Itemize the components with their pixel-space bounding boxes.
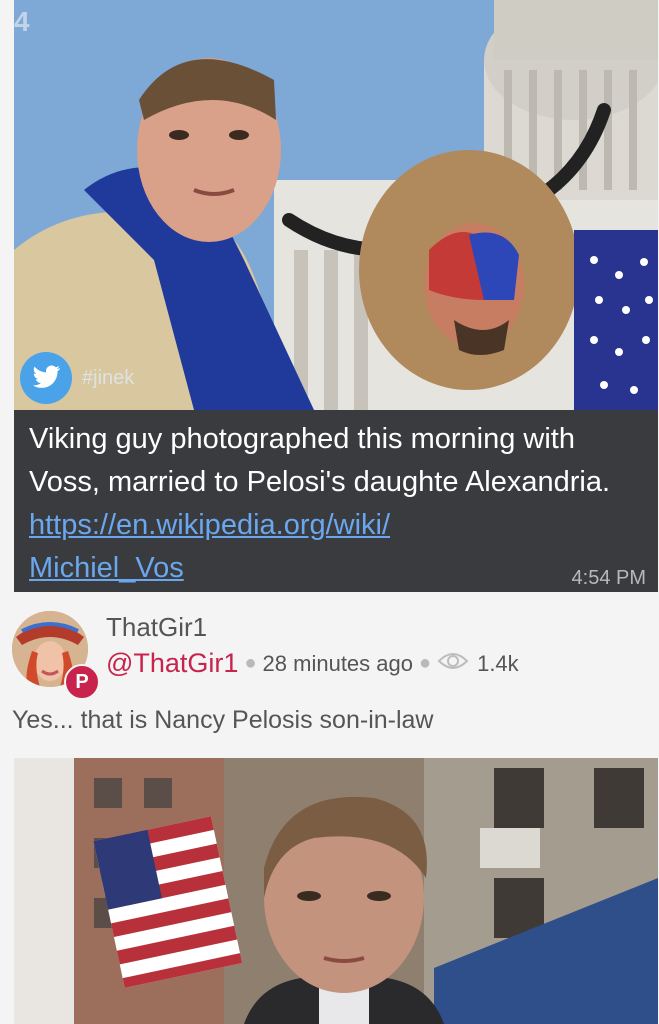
twitter-bird-icon <box>20 352 72 404</box>
link-part-2[interactable]: Michiel_Vos <box>29 552 184 584</box>
separator-dot: ● <box>244 652 257 674</box>
street-portrait-photo[interactable] <box>14 758 658 1024</box>
selfie-photo[interactable]: 4 #jinek <box>14 0 658 410</box>
display-name[interactable]: ThatGir1 <box>106 612 207 643</box>
post-text: Yes... that is Nancy Pelosis son-in-law <box>12 706 434 734</box>
selfie-photo-illustration <box>14 0 658 410</box>
user-handle[interactable]: @ThatGir1 <box>106 648 238 679</box>
channel-logo: 4 <box>14 6 30 37</box>
time-ago: 28 minutes ago <box>262 650 413 676</box>
american-flag <box>574 230 658 410</box>
twitter-hashtag: #jinek <box>82 366 135 389</box>
twitter-hashtag-badge[interactable]: #jinek <box>20 350 134 406</box>
separator-dot: ● <box>418 652 432 674</box>
embedded-screenshot-card[interactable]: 4 #jinek Viking guy photographed this mo… <box>14 0 658 592</box>
view-count: 1.4k <box>477 650 519 676</box>
link-part-1[interactable]: https://en.wikipedia.org/wiki/ <box>29 509 390 541</box>
eye-icon <box>437 651 469 677</box>
caption-text: Viking guy photographed this morning wit… <box>29 423 611 498</box>
embedded-caption: Viking guy photographed this morning wit… <box>29 418 649 590</box>
street-photo-illustration <box>14 758 658 1024</box>
wikipedia-link[interactable]: https://en.wikipedia.org/wiki/Michiel_Vo… <box>29 509 390 584</box>
post-meta: @ThatGir1 ● 28 minutes ago ● 1.4k <box>106 648 519 679</box>
embedded-timestamp: 4:54 PM <box>571 567 646 589</box>
parler-badge-icon: P <box>64 664 100 700</box>
